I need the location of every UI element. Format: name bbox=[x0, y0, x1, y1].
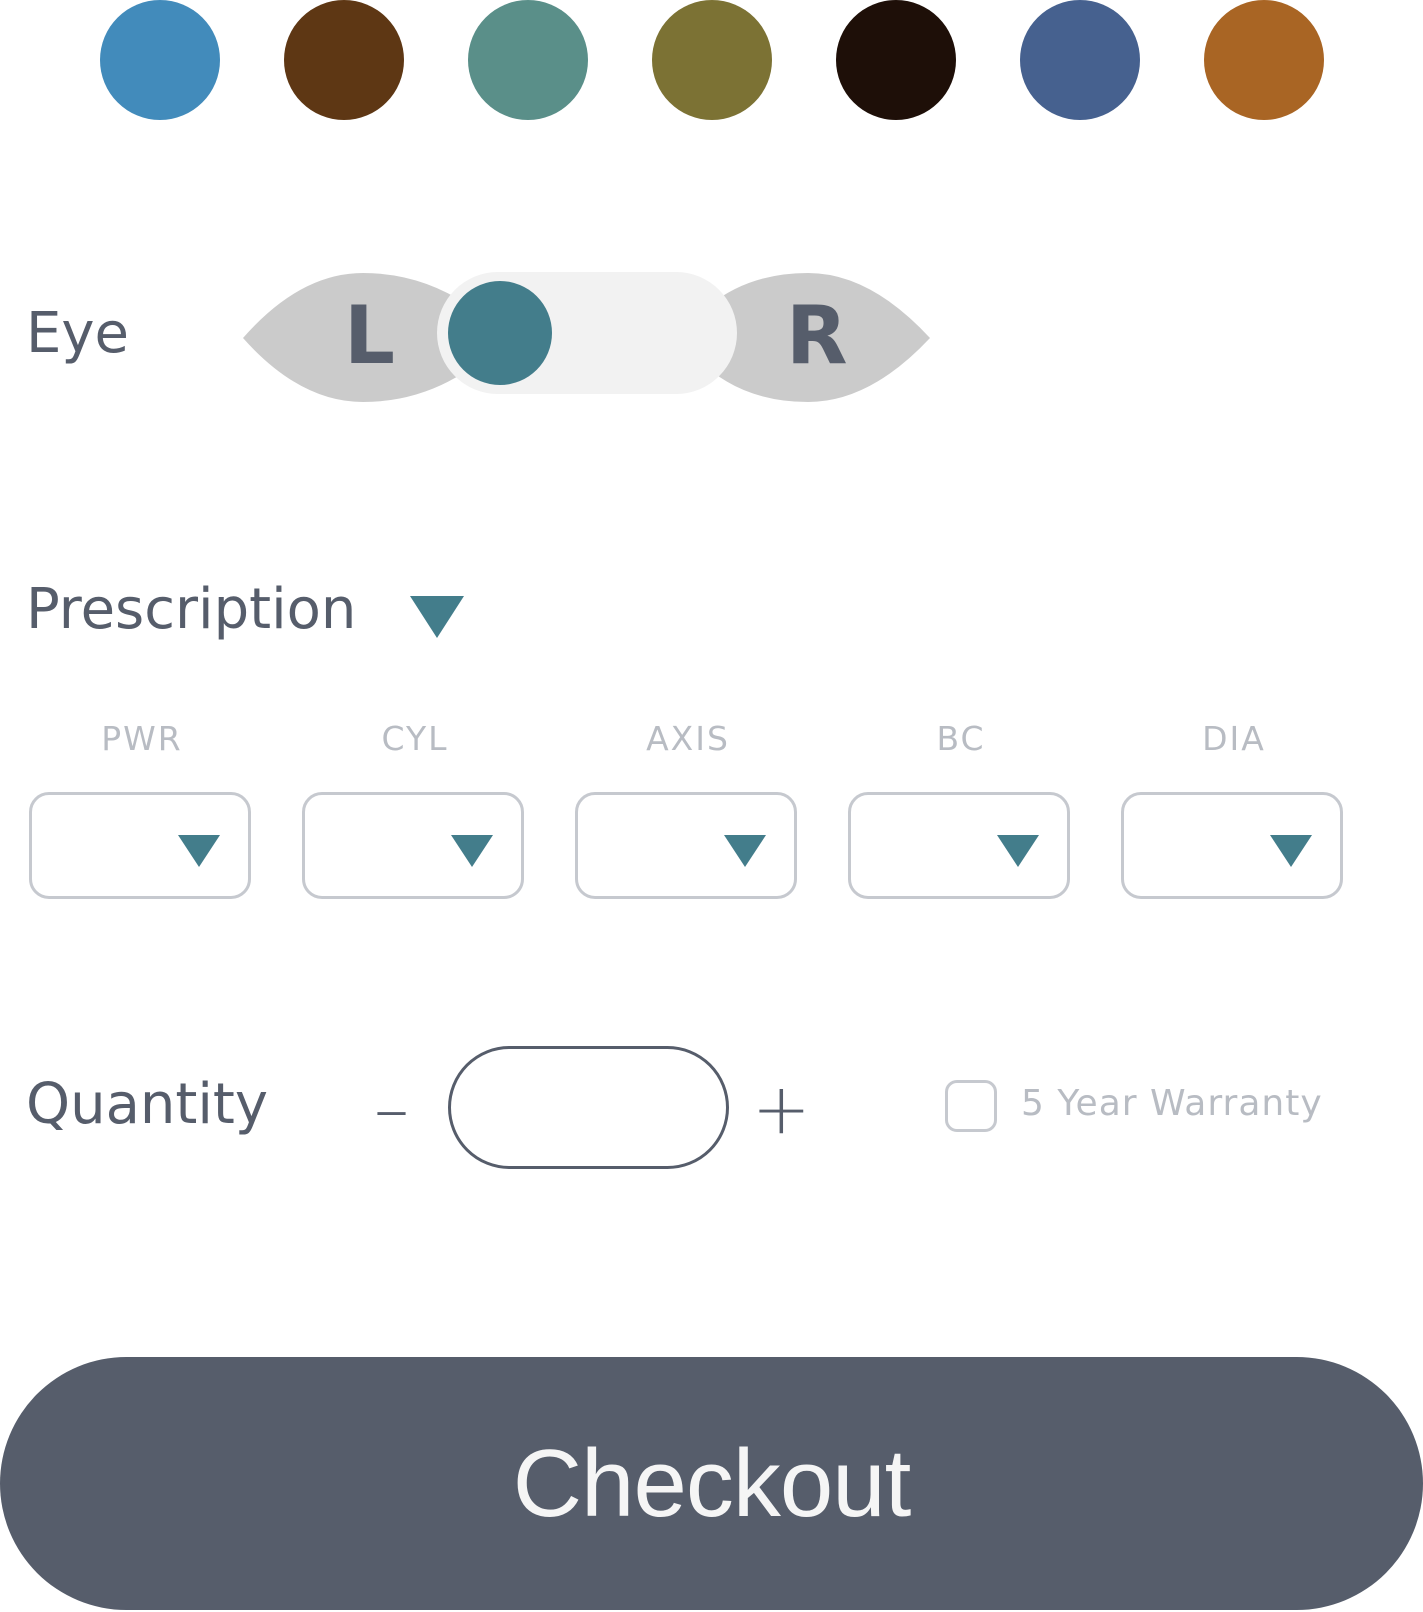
rx-field-label: CYL bbox=[381, 719, 449, 758]
warranty-checkbox[interactable] bbox=[945, 1080, 997, 1132]
color-swatch-navy[interactable] bbox=[1020, 0, 1140, 120]
eye-right-label[interactable]: R bbox=[786, 296, 848, 376]
chevron-down-icon bbox=[997, 835, 1039, 867]
axis-select[interactable] bbox=[575, 792, 797, 899]
pwr-select[interactable] bbox=[29, 792, 251, 899]
color-swatch-teal[interactable] bbox=[468, 0, 588, 120]
rx-field-label: BC bbox=[936, 719, 986, 758]
prescription-label: Prescription bbox=[26, 577, 357, 642]
eye-toggle[interactable]: L R bbox=[240, 270, 930, 405]
warranty-label: 5 Year Warranty bbox=[1021, 1083, 1323, 1124]
rx-field-label: AXIS bbox=[646, 719, 730, 758]
prescription-toggle-triangle-down-icon[interactable] bbox=[410, 596, 464, 638]
bc-select[interactable] bbox=[848, 792, 1070, 899]
quantity-label: Quantity bbox=[26, 1072, 268, 1137]
eye-left-label[interactable]: L bbox=[344, 296, 395, 376]
color-swatch-olive[interactable] bbox=[652, 0, 772, 120]
checkout-button[interactable]: Checkout bbox=[0, 1357, 1423, 1610]
rx-field-dia: DIA bbox=[1121, 719, 1347, 899]
eye-switch-knob[interactable] bbox=[448, 281, 552, 385]
rx-field-label: PWR bbox=[101, 719, 183, 758]
color-swatches bbox=[0, 0, 1423, 122]
chevron-down-icon bbox=[1270, 835, 1312, 867]
rx-field-axis: AXIS bbox=[575, 719, 801, 899]
quantity-decrement-button[interactable]: – bbox=[374, 1074, 409, 1144]
dia-select[interactable] bbox=[1121, 792, 1343, 899]
color-swatch-brown[interactable] bbox=[284, 0, 404, 120]
rx-field-cyl: CYL bbox=[302, 719, 528, 899]
color-swatch-amber[interactable] bbox=[1204, 0, 1324, 120]
cyl-select[interactable] bbox=[302, 792, 524, 899]
rx-field-pwr: PWR bbox=[29, 719, 255, 899]
quantity-input[interactable] bbox=[448, 1046, 729, 1169]
color-swatch-blue[interactable] bbox=[100, 0, 220, 120]
eye-label: Eye bbox=[26, 301, 129, 366]
chevron-down-icon bbox=[724, 835, 766, 867]
color-swatch-black[interactable] bbox=[836, 0, 956, 120]
rx-field-label: DIA bbox=[1202, 719, 1266, 758]
chevron-down-icon bbox=[451, 835, 493, 867]
chevron-down-icon bbox=[178, 835, 220, 867]
quantity-increment-button[interactable]: + bbox=[752, 1074, 811, 1144]
rx-field-bc: BC bbox=[848, 719, 1074, 899]
